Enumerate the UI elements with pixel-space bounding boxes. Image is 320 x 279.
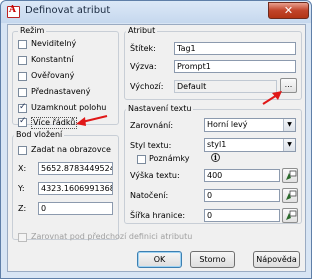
vyska-textu-input[interactable]: 400 [204,169,280,182]
styl-textu-label: Styl textu: [130,141,172,150]
vice-radku-label: Více řádků [31,117,78,129]
vice-radku-checkbox[interactable] [18,116,27,127]
poznamky-checkbox[interactable] [137,155,146,164]
vychozi-label: Výchozí: [130,82,164,91]
storno-button[interactable]: Storno [190,251,235,268]
y-input[interactable]: 4323.160699136835 [38,182,113,195]
x-input[interactable]: 5652.878344952449 [38,162,113,175]
rezim-legend: Režim [18,26,47,35]
overovany-label: Ověřovaný [31,71,75,80]
prednastaveny-checkbox[interactable] [18,88,27,97]
zarovnani-select[interactable]: Horní levý ▼ [204,118,296,132]
vyzva-label: Výzva: [130,62,157,71]
pick-point-icon [286,170,297,180]
stitek-label: Štítek: [130,44,156,53]
neviditelny-label: Neviditelný [31,39,77,48]
pick-rotation-button[interactable] [282,188,298,203]
overovany-checkbox[interactable] [18,72,27,81]
bod-vlozeni-legend: Bod vložení [14,130,65,139]
pick-width-button[interactable] [282,208,298,223]
z-input[interactable]: 0 [38,202,113,215]
uzamknout-polohu-label: Uzamknout polohu [31,103,107,112]
prednastaveny-label: Přednastavený [31,87,91,96]
info-icon[interactable]: i [211,153,220,162]
z-label: Z: [18,204,27,213]
natoceni-input[interactable]: 0 [204,189,280,202]
natoceni-label: Natočení: [130,191,169,200]
konstantni-checkbox[interactable] [18,56,27,65]
konstantni-label: Konstantní [31,55,74,64]
nastaveni-textu-legend: Nastavení textu [126,104,194,113]
uzamknout-polohu-checkbox[interactable] [18,102,27,113]
napoveda-button[interactable]: Nápověda [253,251,300,268]
title-bar[interactable]: Definovat atribut ✕ [1,1,311,23]
styl-textu-value: styl1 [207,140,227,149]
close-button[interactable]: ✕ [268,2,309,19]
stitek-input[interactable]: Tag1 [174,42,296,55]
poznamky-label: Poznámky [149,154,190,163]
pick-height-button[interactable] [282,168,298,183]
zarovnat-pod-predchozi-checkbox[interactable] [18,233,27,242]
zadat-na-obrazovce-checkbox[interactable] [18,146,27,155]
vyzva-input[interactable]: Prompt1 [174,60,296,73]
atribut-legend: Atribut [126,26,158,35]
ok-button[interactable]: OK [137,251,182,268]
dialog-window: Definovat atribut ✕ Režim Neviditelný Ko… [0,0,312,279]
sirka-hranice-label: Šířka hranice: [130,211,186,220]
x-label: X: [18,164,27,173]
autocad-app-icon [7,5,20,18]
annotation-arrow-up [262,91,282,105]
vyska-textu-label: Výška textu: [130,171,180,180]
zarovnani-label: Zarovnání: [130,121,174,130]
chevron-down-icon: ▼ [283,139,295,151]
pick-point-icon [286,190,297,200]
neviditelny-checkbox[interactable] [18,40,27,49]
sirka-hranice-input[interactable]: 0 [204,209,280,222]
y-label: Y: [18,184,25,193]
styl-textu-select[interactable]: styl1 ▼ [204,138,296,152]
window-title: Definovat atribut [25,5,111,16]
zarovnat-pod-predchozi-label: Zarovnat pod předchozí definici atributu [31,232,193,241]
chevron-down-icon: ▼ [283,119,295,131]
pick-point-icon [286,210,297,220]
annotation-arrow-left [76,115,108,126]
dialog-content: Režim Neviditelný Konstantní Ověřovaný P… [7,24,306,272]
zadat-na-obrazovce-label: Zadat na obrazovce [31,145,111,154]
zarovnani-value: Horní levý [207,120,248,129]
